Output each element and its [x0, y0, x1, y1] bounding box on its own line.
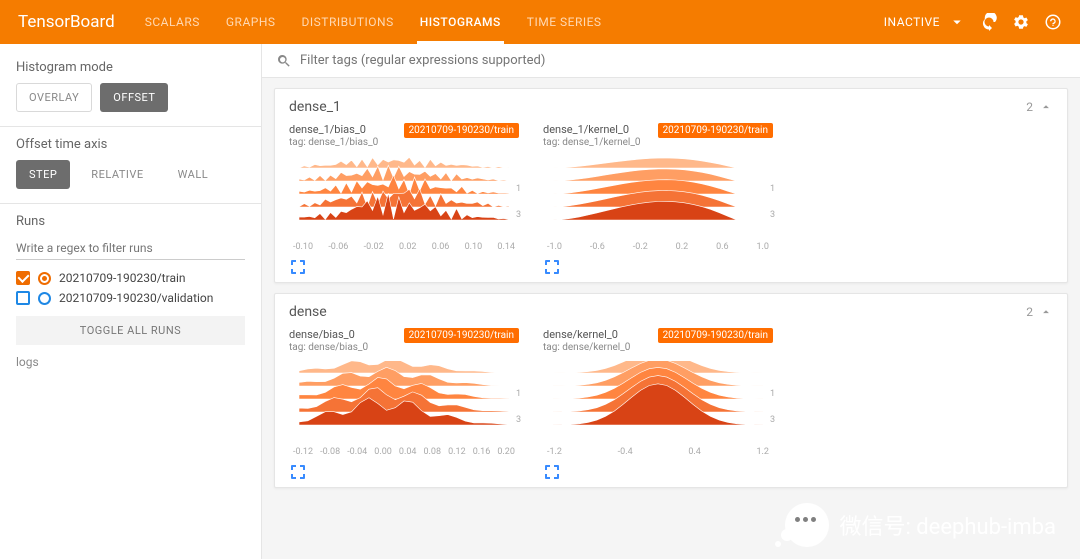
run-name: 20210709-190230/train [59, 271, 186, 285]
x-tick: -0.10 [293, 242, 313, 252]
run-row[interactable]: 20210709-190230/validation [16, 288, 245, 308]
x-tick: 0.10 [465, 242, 483, 252]
expand-icon[interactable] [545, 260, 559, 274]
y-tick: 1 [770, 389, 775, 399]
x-tick: -0.06 [328, 242, 348, 252]
logs-label: logs [16, 355, 245, 369]
y-tick: 3 [516, 210, 521, 220]
run-radio[interactable] [38, 272, 51, 285]
expand-icon[interactable] [291, 465, 305, 479]
x-tick: 0.2 [676, 242, 689, 252]
run-badge: 20210709-190230/train [658, 328, 773, 343]
y-tick: 1 [770, 184, 775, 194]
x-tick: 1.2 [756, 447, 769, 457]
card-title: dense_1/kernel_0 [543, 123, 640, 137]
option-wall[interactable]: WALL [165, 160, 222, 189]
card-tag: tag: dense/kernel_0 [543, 342, 630, 353]
histogram-card: dense/kernel_0tag: dense/kernel_0 2021070… [543, 328, 773, 481]
x-tick: 0.6 [716, 242, 729, 252]
runs-filter-input[interactable] [16, 237, 245, 260]
run-row[interactable]: 20210709-190230/train [16, 268, 245, 288]
card-title: dense/kernel_0 [543, 328, 630, 342]
x-tick: 0.20 [497, 447, 515, 457]
group-count: 2 [1026, 305, 1033, 319]
histogram-card: dense_1/bias_0tag: dense_1/bias_0 2021070… [289, 123, 519, 276]
histogram-card: dense_1/kernel_0tag: dense_1/kernel_0 202… [543, 123, 773, 276]
card-tag: tag: dense_1/kernel_0 [543, 137, 640, 148]
run-name: 20210709-190230/validation [59, 291, 213, 305]
x-tick: 0.14 [497, 242, 515, 252]
offset-axis-title: Offset time axis [16, 137, 245, 152]
chevron-up-icon [1039, 100, 1053, 114]
y-tick: 3 [770, 415, 775, 425]
group-count: 2 [1026, 100, 1033, 114]
tab-distributions[interactable]: DISTRIBUTIONS [302, 0, 394, 44]
card-tag: tag: dense/bias_0 [289, 342, 368, 353]
x-tick: -0.04 [347, 447, 367, 457]
histogram-card: dense/bias_0tag: dense/bias_0 20210709-19… [289, 328, 519, 481]
x-tick: -0.08 [320, 447, 340, 457]
x-tick: 0.4 [688, 447, 701, 457]
option-relative[interactable]: RELATIVE [78, 160, 156, 189]
x-tick: 0.12 [448, 447, 466, 457]
caret-down-icon [948, 13, 966, 31]
gear-icon[interactable] [1012, 13, 1030, 31]
x-tick: -1.2 [547, 447, 562, 457]
card-title: dense/bias_0 [289, 328, 368, 342]
run-radio[interactable] [38, 292, 51, 305]
search-icon [276, 53, 292, 69]
help-icon[interactable] [1044, 13, 1062, 31]
reload-icon[interactable] [980, 13, 998, 31]
card-title: dense_1/bias_0 [289, 123, 378, 137]
run-checkbox[interactable] [16, 291, 30, 305]
card-tag: tag: dense_1/bias_0 [289, 137, 378, 148]
tab-histograms[interactable]: HISTOGRAMS [420, 0, 501, 44]
y-tick: 1 [516, 184, 521, 194]
x-tick: 0.16 [473, 447, 491, 457]
group-header[interactable]: dense_1 2 [289, 99, 1053, 115]
option-step[interactable]: STEP [16, 160, 70, 189]
x-tick: -1.0 [547, 242, 562, 252]
run-checkbox[interactable] [16, 271, 30, 285]
run-badge: 20210709-190230/train [658, 123, 773, 138]
x-tick: -0.6 [590, 242, 605, 252]
y-tick: 3 [516, 415, 521, 425]
tab-time series[interactable]: TIME SERIES [527, 0, 602, 44]
x-tick: -0.12 [293, 447, 313, 457]
tab-scalars[interactable]: SCALARS [145, 0, 200, 44]
toggle-all-runs-button[interactable]: TOGGLE ALL RUNS [16, 316, 245, 345]
upload-status-button[interactable]: INACTIVE [884, 13, 966, 31]
x-tick: 1.0 [756, 242, 769, 252]
expand-icon[interactable] [291, 260, 305, 274]
option-overlay[interactable]: OVERLAY [16, 83, 92, 112]
group-name: dense [289, 304, 327, 320]
histogram-mode-title: Histogram mode [16, 60, 245, 75]
y-tick: 1 [516, 389, 521, 399]
x-tick: -0.02 [364, 242, 384, 252]
y-tick: 3 [770, 210, 775, 220]
brand: TensorBoard [18, 12, 115, 32]
runs-title: Runs [16, 214, 245, 229]
x-tick: 0.02 [399, 242, 417, 252]
group-header[interactable]: dense 2 [289, 304, 1053, 320]
run-badge: 20210709-190230/train [404, 123, 519, 138]
x-tick: 0.06 [432, 242, 450, 252]
x-tick: -0.2 [633, 242, 648, 252]
expand-icon[interactable] [545, 465, 559, 479]
tag-filter-input[interactable] [300, 53, 1066, 68]
group-name: dense_1 [289, 99, 341, 115]
tab-graphs[interactable]: GRAPHS [226, 0, 276, 44]
x-tick: 0.00 [374, 447, 392, 457]
x-tick: 0.08 [424, 447, 442, 457]
x-tick: -0.4 [618, 447, 633, 457]
chevron-up-icon [1039, 305, 1053, 319]
option-offset[interactable]: OFFSET [100, 83, 168, 112]
x-tick: 0.04 [399, 447, 417, 457]
run-badge: 20210709-190230/train [404, 328, 519, 343]
